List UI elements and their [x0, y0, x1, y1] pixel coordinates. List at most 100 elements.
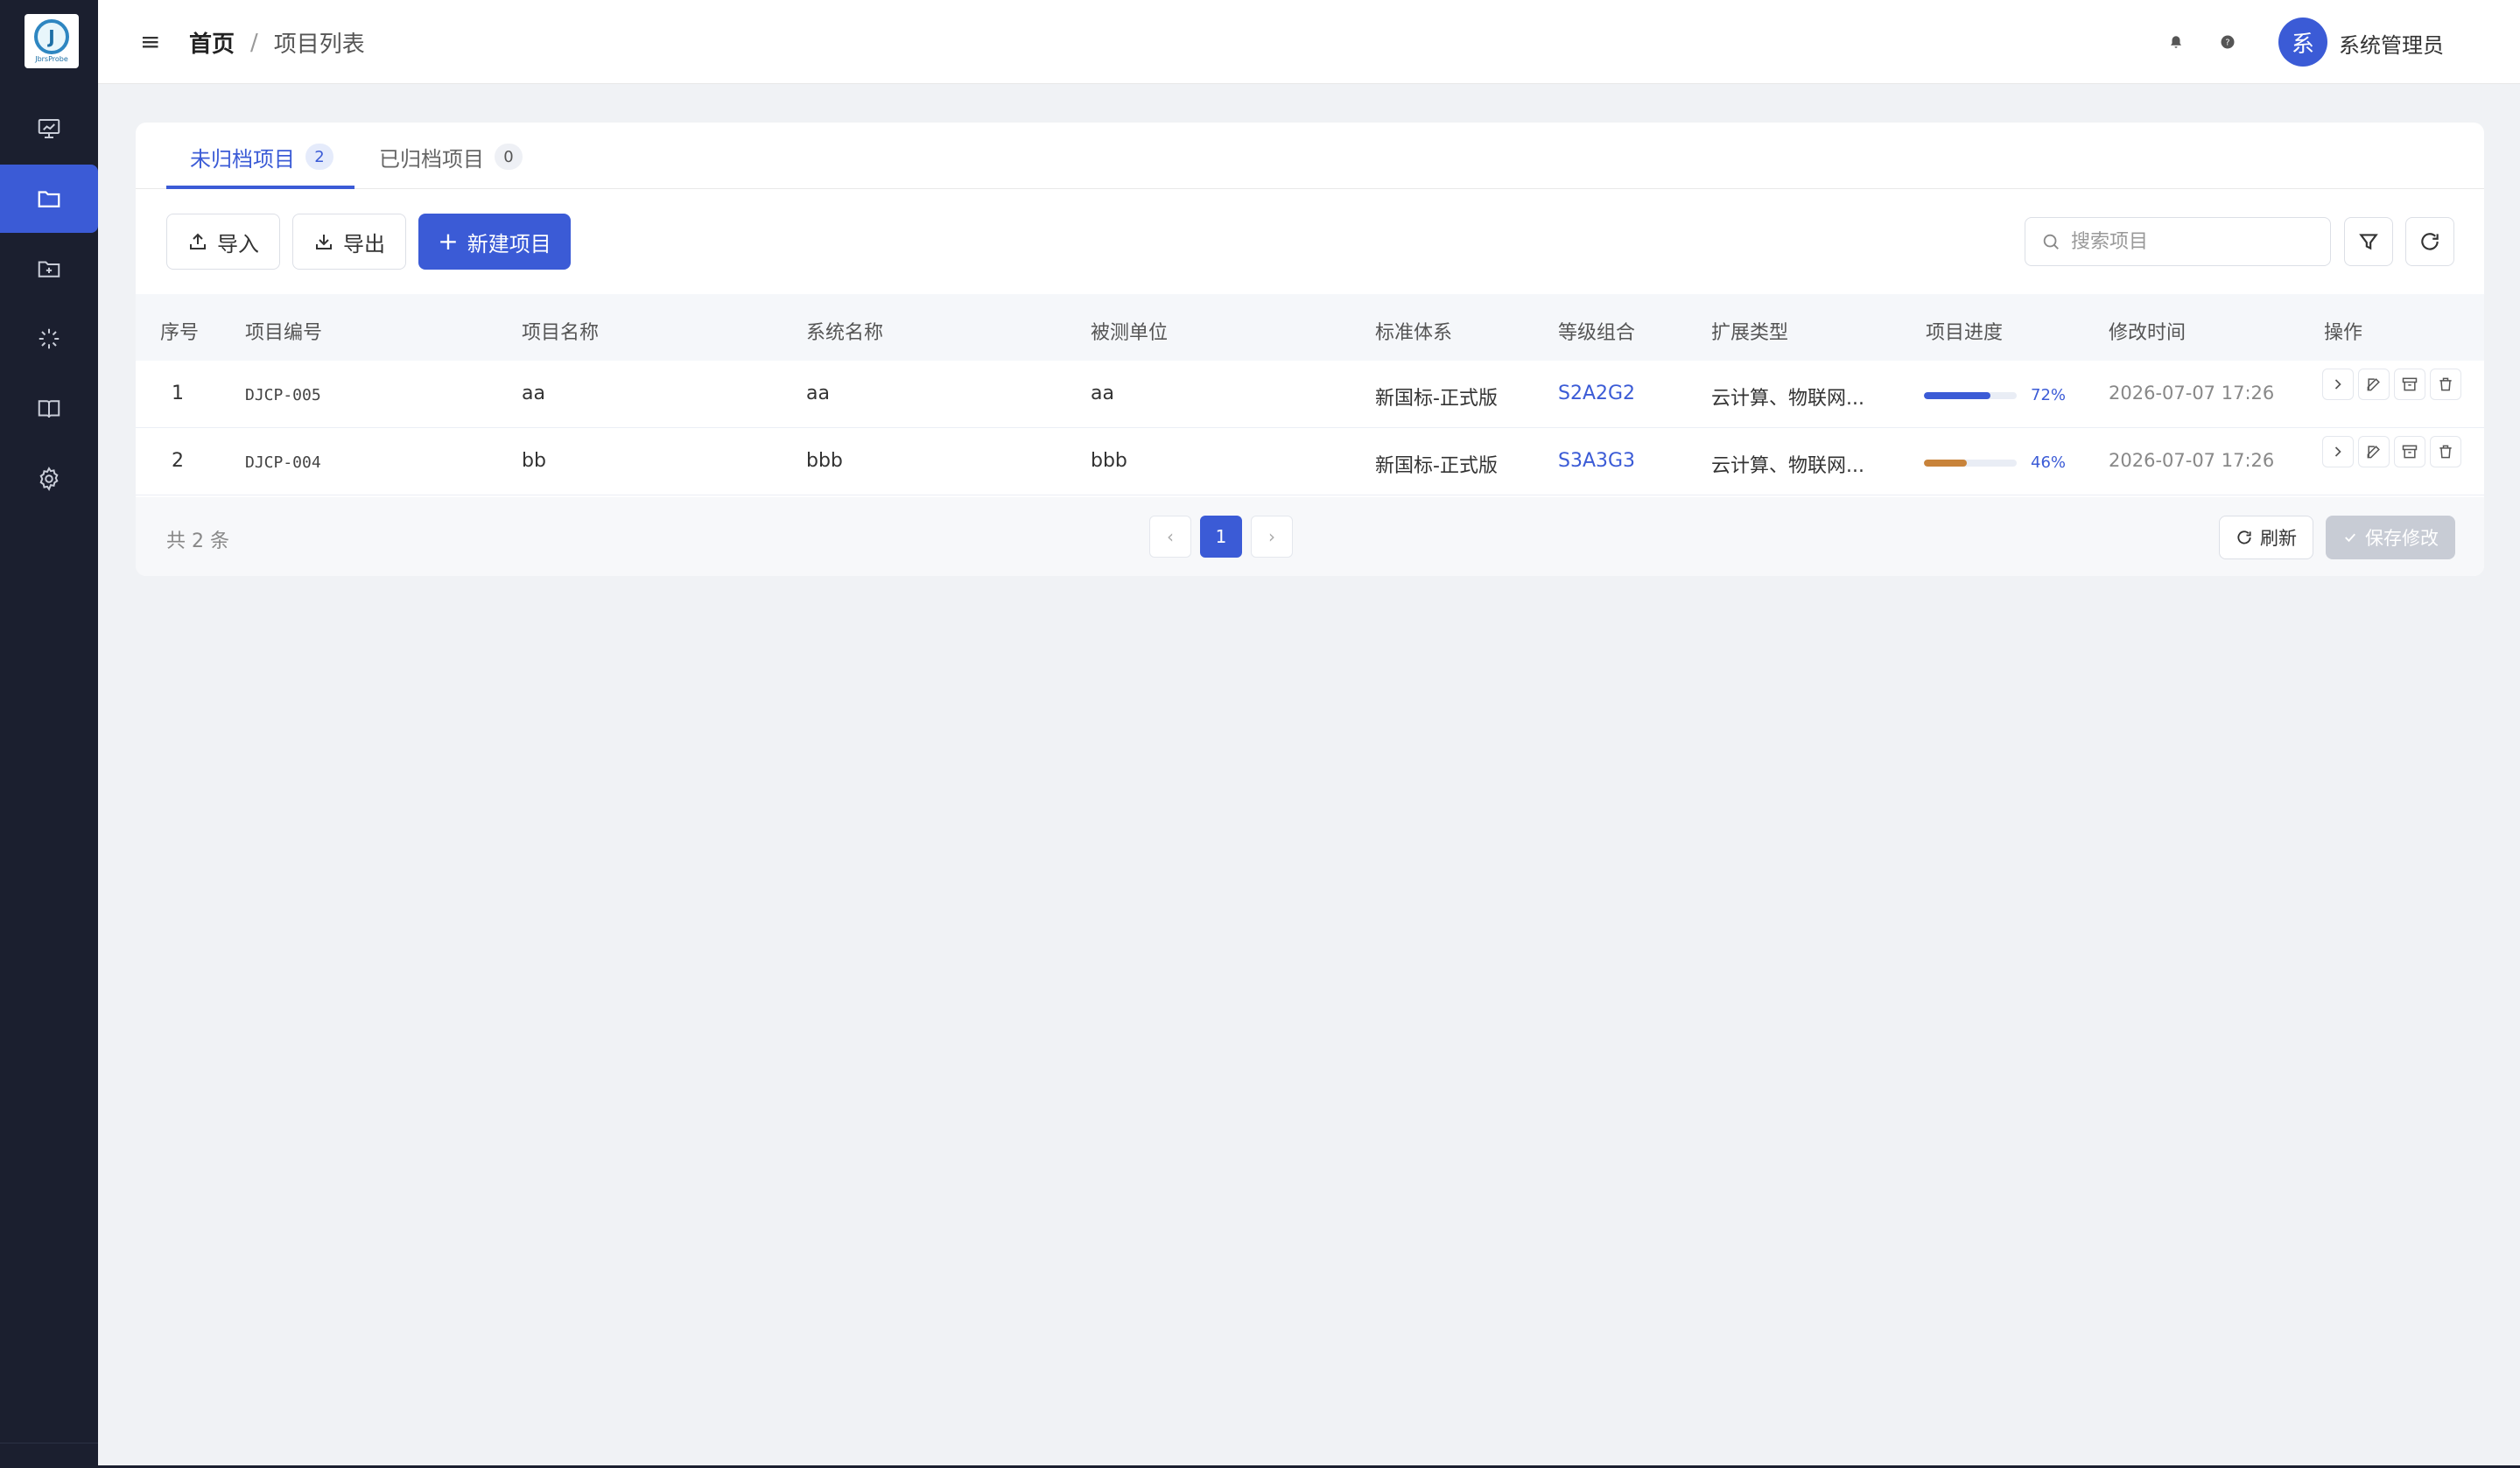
progress-bar	[1924, 392, 2017, 399]
reload-button[interactable]	[2405, 217, 2454, 266]
chevron-right-icon	[2334, 446, 2341, 457]
pagination: ‹ 1 ›	[1149, 516, 1293, 558]
sidebar-item-projects[interactable]	[0, 165, 98, 233]
breadcrumb: 首页 / 项目列表	[189, 26, 365, 59]
cell-modified: 2026-07-07 17:26	[2109, 383, 2275, 404]
col-actions: 操作	[2324, 322, 2363, 344]
prev-page-button[interactable]: ‹	[1149, 516, 1191, 558]
svg-text:?: ?	[2225, 38, 2229, 47]
cell-index: 1	[172, 383, 184, 404]
logo-mark: J	[34, 19, 69, 54]
gear-icon	[39, 467, 59, 491]
trash-icon	[2439, 445, 2452, 459]
check-icon	[2345, 533, 2355, 543]
archive-button[interactable]	[2394, 369, 2425, 400]
open-button[interactable]	[2322, 436, 2354, 467]
col-system: 系统名称	[806, 322, 884, 344]
edit-icon	[2367, 378, 2380, 391]
export-label: 导出	[343, 231, 385, 256]
breadcrumb-home[interactable]: 首页	[189, 26, 235, 59]
sidebar-item-settings[interactable]	[0, 445, 98, 513]
table-footer: 共 2 条 ‹ 1 › 刷新 保存修改	[136, 497, 2484, 576]
search-box[interactable]	[2025, 217, 2331, 266]
sidebar-item-dashboard[interactable]	[0, 95, 98, 163]
new-project-label: 新建项目	[467, 231, 551, 256]
delete-button[interactable]	[2430, 369, 2461, 400]
edit-button[interactable]	[2358, 436, 2390, 467]
tab-archived[interactable]: 已归档项目 0	[379, 142, 523, 172]
col-standard: 标准体系	[1375, 322, 1453, 344]
cell-modified: 2026-07-07 17:26	[2109, 450, 2275, 471]
cell-level-link[interactable]: S3A3G3	[1558, 450, 1635, 472]
col-index: 序号	[160, 322, 200, 344]
table-row[interactable]: 2 DJCP-004 bb bbb bbb 新国标-正式版 S3A3G3 云计算…	[136, 428, 2484, 495]
edit-icon	[2367, 446, 2380, 459]
save-changes-button[interactable]: 保存修改	[2326, 516, 2455, 559]
refresh-button[interactable]: 刷新	[2219, 516, 2313, 559]
breadcrumb-current: 项目列表	[273, 32, 365, 58]
cell-system: aa	[806, 383, 830, 404]
plus-icon: +	[438, 227, 459, 256]
export-button[interactable]: 导出	[292, 214, 406, 270]
book-icon	[38, 400, 60, 418]
open-button[interactable]	[2322, 369, 2354, 400]
tab-unarchived[interactable]: 未归档项目 2	[190, 142, 333, 172]
cell-unit: bbb	[1091, 450, 1127, 472]
menu-toggle-icon[interactable]: ≡	[140, 29, 160, 55]
loader-icon	[39, 328, 60, 349]
col-level: 等级组合	[1558, 322, 1636, 344]
cell-standard: 新国标-正式版	[1375, 388, 1498, 410]
bell-icon[interactable]	[2164, 30, 2188, 54]
page-button[interactable]: 1	[1200, 516, 1242, 558]
col-ext: 扩展类型	[1711, 322, 1789, 344]
cell-index: 2	[172, 450, 184, 472]
folder-icon	[38, 191, 60, 207]
help-icon[interactable]: ?	[2215, 30, 2240, 54]
sidebar-item-loader[interactable]	[0, 305, 98, 373]
tab-label: 已归档项目	[379, 146, 484, 172]
progress-percent: 46%	[2031, 453, 2067, 472]
download-icon	[316, 235, 332, 249]
table-row[interactable]: 1 DJCP-005 aa aa aa 新国标-正式版 S2A2G2 云计算、物…	[136, 361, 2484, 428]
table-header: 序号 项目编号 项目名称 系统名称 被测单位 标准体系 等级组合 扩展类型 项目…	[136, 294, 2484, 361]
tab-label: 未归档项目	[190, 146, 295, 172]
progress-fill	[1924, 460, 1967, 467]
sidebar-item-knowledge[interactable]	[0, 375, 98, 443]
cell-level-link[interactable]: S2A2G2	[1558, 383, 1635, 404]
cell-name: aa	[522, 383, 545, 404]
cell-code: DJCP-005	[245, 386, 321, 404]
sidebar-item-new-project[interactable]	[0, 235, 98, 303]
new-project-button[interactable]: + 新建项目	[418, 214, 571, 270]
sidebar: J JbrsProbe	[0, 0, 98, 1468]
folder-plus-icon	[38, 261, 60, 277]
refresh-icon	[2421, 233, 2439, 250]
col-progress: 项目进度	[1926, 322, 2004, 344]
tab-count-badge: 2	[305, 144, 333, 170]
cell-system: bbb	[806, 450, 843, 472]
delete-button[interactable]	[2430, 436, 2461, 467]
refresh-icon	[2237, 530, 2251, 544]
chevron-right-icon	[2334, 379, 2341, 390]
project-list-card: 未归档项目 2 已归档项目 0 导入 导出 + 新建项目 序号 项目编号 项目名…	[136, 123, 2484, 576]
trash-icon	[2439, 377, 2452, 391]
archive-button[interactable]	[2394, 436, 2425, 467]
import-label: 导入	[217, 231, 259, 256]
row-actions	[2322, 436, 2461, 467]
total-count: 共 2 条	[166, 530, 229, 552]
progress-percent: 72%	[2031, 386, 2067, 404]
filter-button[interactable]	[2344, 217, 2393, 266]
avatar[interactable]: 系	[2278, 18, 2327, 67]
cell-ext: 云计算、物联网...	[1711, 388, 1864, 410]
top-header: ≡ 首页 / 项目列表 ? 系 系统管理员	[98, 0, 2520, 84]
search-input[interactable]	[2071, 230, 2316, 253]
user-name[interactable]: 系统管理员	[2339, 28, 2444, 59]
save-label: 保存修改	[2365, 528, 2439, 549]
presentation-chart-icon	[38, 119, 60, 138]
app-logo[interactable]: J JbrsProbe	[25, 14, 79, 68]
cell-standard: 新国标-正式版	[1375, 455, 1498, 477]
edit-button[interactable]	[2358, 369, 2390, 400]
next-page-button[interactable]: ›	[1251, 516, 1293, 558]
refresh-label: 刷新	[2260, 528, 2297, 549]
cell-name: bb	[522, 450, 546, 472]
import-button[interactable]: 导入	[166, 214, 280, 270]
